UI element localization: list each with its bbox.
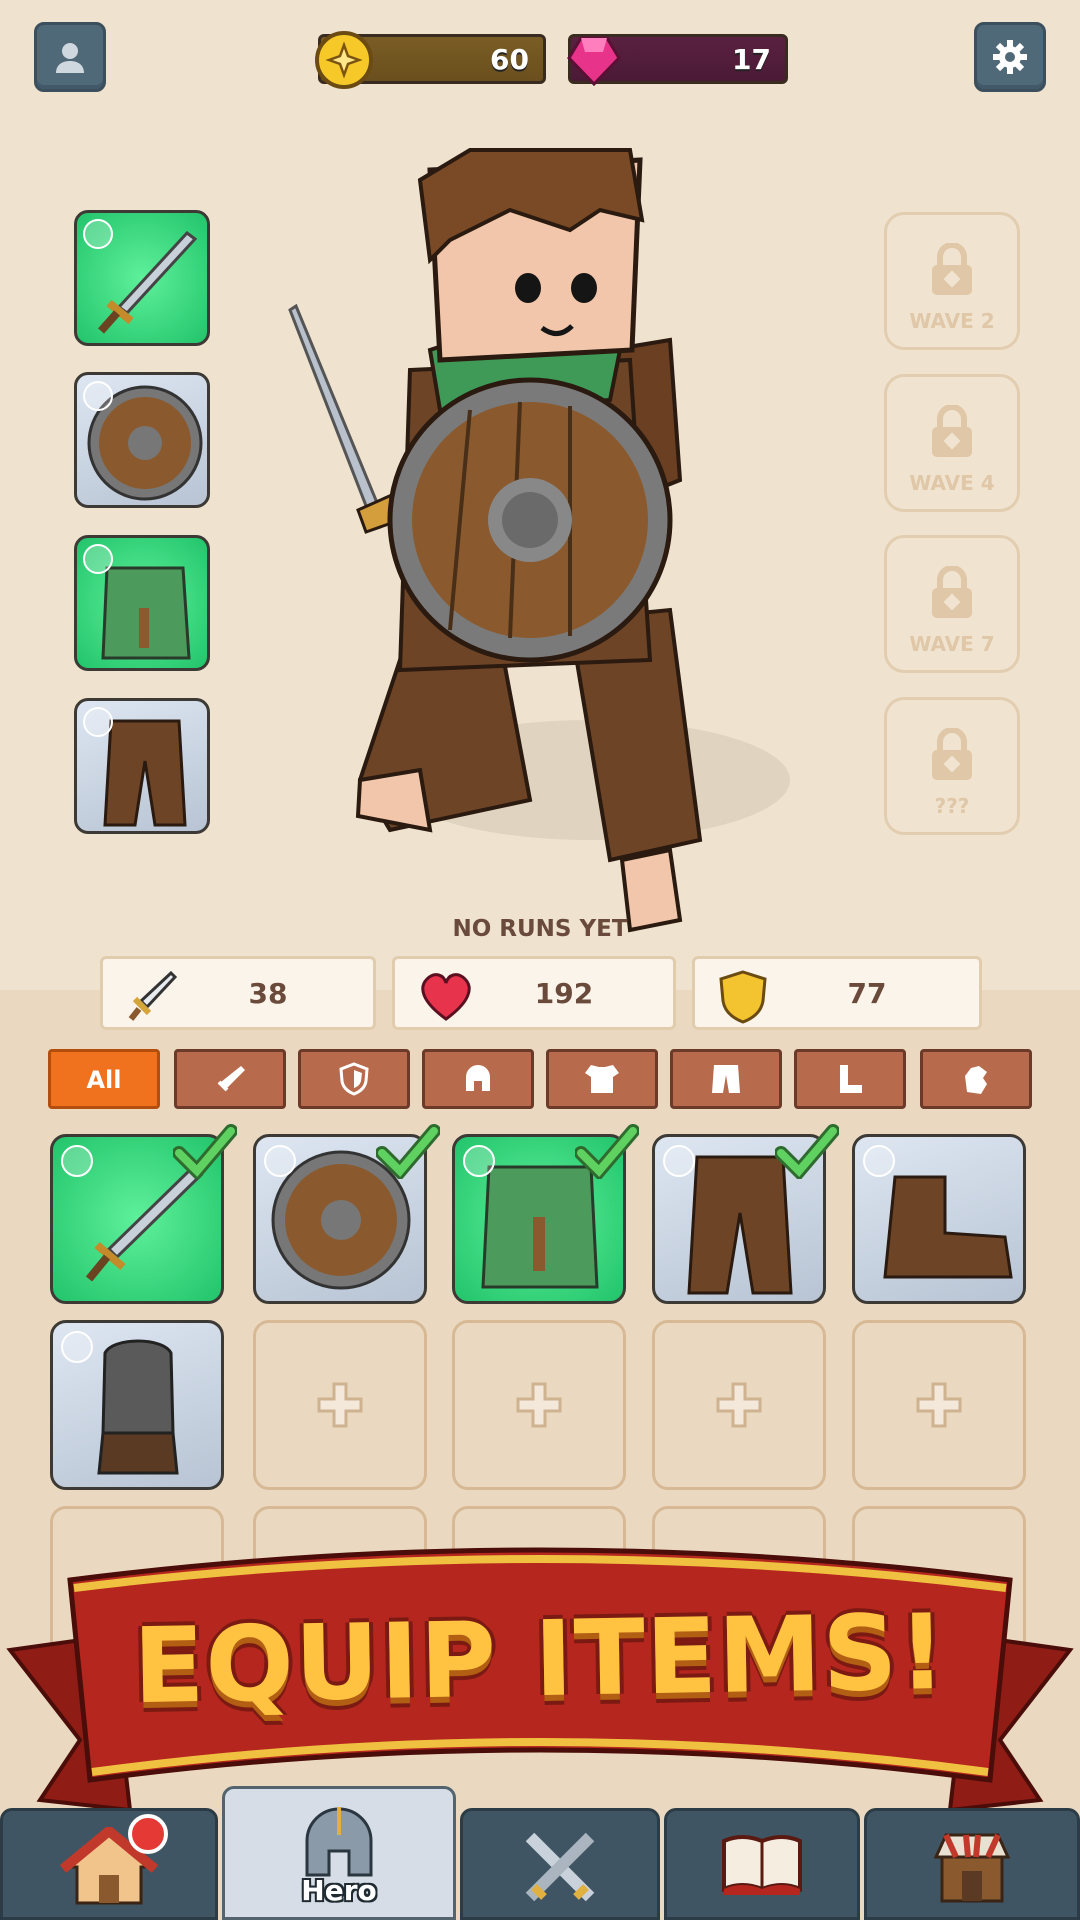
armor-type-icon	[463, 1145, 495, 1177]
filter-tab-helmets[interactable]	[422, 1049, 534, 1109]
filter-tab-shields[interactable]	[298, 1049, 410, 1109]
person-icon	[56, 43, 84, 73]
locked-slot-wave-2: WAVE 2	[884, 212, 1020, 350]
locked-slot-label: WAVE 4	[909, 471, 995, 495]
crossed-swords-icon	[525, 1832, 595, 1902]
boots-icon	[840, 1065, 862, 1093]
empty-inventory-slot[interactable]	[852, 1320, 1026, 1490]
locked-slot-wave-7: WAVE 7	[884, 535, 1020, 673]
gem-icon	[567, 36, 621, 86]
empty-inventory-slot[interactable]	[452, 1320, 626, 1490]
defense-value: 77	[847, 977, 887, 1010]
locked-slot-wave-4: WAVE 4	[884, 374, 1020, 512]
gear-icon	[993, 40, 1027, 74]
inventory-item-gloves[interactable]	[50, 1320, 224, 1490]
inventory-item-boots[interactable]	[852, 1134, 1026, 1304]
empty-inventory-slot[interactable]	[253, 1320, 427, 1490]
armor-icon	[585, 1065, 619, 1093]
equipped-check-icon	[575, 1124, 639, 1179]
settings-button[interactable]	[974, 22, 1046, 92]
plus-icon	[716, 1382, 762, 1428]
equipped-check-icon	[775, 1124, 839, 1179]
plus-icon	[916, 1382, 962, 1428]
notification-badge	[128, 1814, 168, 1854]
equipped-check-icon	[376, 1124, 440, 1179]
inventory-item-armor[interactable]	[452, 1124, 639, 1304]
defense-stat: 77	[692, 956, 982, 1030]
health-stat: 192	[392, 956, 676, 1030]
attack-value: 38	[248, 977, 288, 1010]
filter-tab-all[interactable]: All	[48, 1049, 160, 1109]
helmet-icon	[305, 1807, 373, 1877]
plus-icon	[516, 1382, 562, 1428]
armor-type-icon	[83, 544, 113, 574]
filter-tab-pants[interactable]	[670, 1049, 782, 1109]
nav-shop[interactable]	[864, 1808, 1080, 1920]
locked-slot-label: WAVE 7	[909, 632, 995, 656]
nav-battle[interactable]	[460, 1808, 660, 1920]
empty-inventory-slot[interactable]	[652, 1320, 826, 1490]
gloves-icon	[965, 1066, 987, 1094]
lock-icon	[932, 566, 972, 618]
filter-tab-label: All	[86, 1066, 122, 1094]
helmet-icon	[466, 1065, 490, 1091]
locked-slot-label: WAVE 2	[909, 309, 995, 333]
locked-slot-label: ???	[934, 794, 970, 818]
sword-icon	[217, 1066, 245, 1092]
shield-type-icon	[83, 381, 113, 411]
equipped-slot-shield[interactable]	[74, 372, 210, 508]
filter-tab-armor[interactable]	[546, 1049, 658, 1109]
nav-hero[interactable]: Hero	[222, 1786, 456, 1920]
inventory-item-sword[interactable]	[50, 1124, 237, 1304]
pants-icon	[712, 1065, 740, 1093]
sword-type-icon	[61, 1145, 93, 1177]
nav-label: Hero	[301, 1874, 377, 1907]
shield-icon	[339, 1062, 369, 1096]
filter-tab-gloves[interactable]	[920, 1049, 1032, 1109]
profile-button[interactable]	[34, 22, 106, 92]
book-icon	[722, 1835, 802, 1895]
pants-type-icon	[663, 1145, 695, 1177]
sword-type-icon	[83, 219, 113, 249]
nav-home[interactable]	[0, 1808, 218, 1920]
equipped-check-icon	[173, 1124, 237, 1179]
lock-icon	[932, 405, 972, 457]
attack-stat: 38	[100, 956, 376, 1030]
locked-slot-unknown: ???	[884, 697, 1020, 835]
gold-coin-icon	[315, 31, 373, 89]
gem-counter: 17	[567, 34, 788, 86]
shop-icon	[933, 1833, 1011, 1903]
gloves-type-icon	[61, 1331, 93, 1363]
gem-amount: 17	[732, 43, 771, 76]
plus-icon	[317, 1382, 363, 1428]
lock-icon	[932, 243, 972, 295]
pants-type-icon	[83, 707, 113, 737]
run-status: NO RUNS YET	[452, 916, 628, 942]
filter-tab-weapons[interactable]	[174, 1049, 286, 1109]
banner-title: EQUIP ITEMS!	[132, 1590, 948, 1728]
filter-tab-boots[interactable]	[794, 1049, 906, 1109]
inventory-item-pants[interactable]	[652, 1124, 839, 1304]
equipped-slot-pants[interactable]	[74, 698, 210, 834]
shield-type-icon	[264, 1145, 296, 1177]
health-value: 192	[534, 977, 594, 1010]
inventory-item-shield[interactable]	[253, 1124, 440, 1304]
gold-counter: 60	[315, 31, 546, 89]
lock-icon	[932, 728, 972, 780]
boots-type-icon	[863, 1145, 895, 1177]
equipped-slot-weapon[interactable]	[74, 210, 210, 346]
gold-amount: 60	[490, 43, 529, 76]
hero-character	[288, 148, 790, 933]
equipped-slot-armor[interactable]	[74, 535, 210, 671]
nav-codex[interactable]	[664, 1808, 860, 1920]
